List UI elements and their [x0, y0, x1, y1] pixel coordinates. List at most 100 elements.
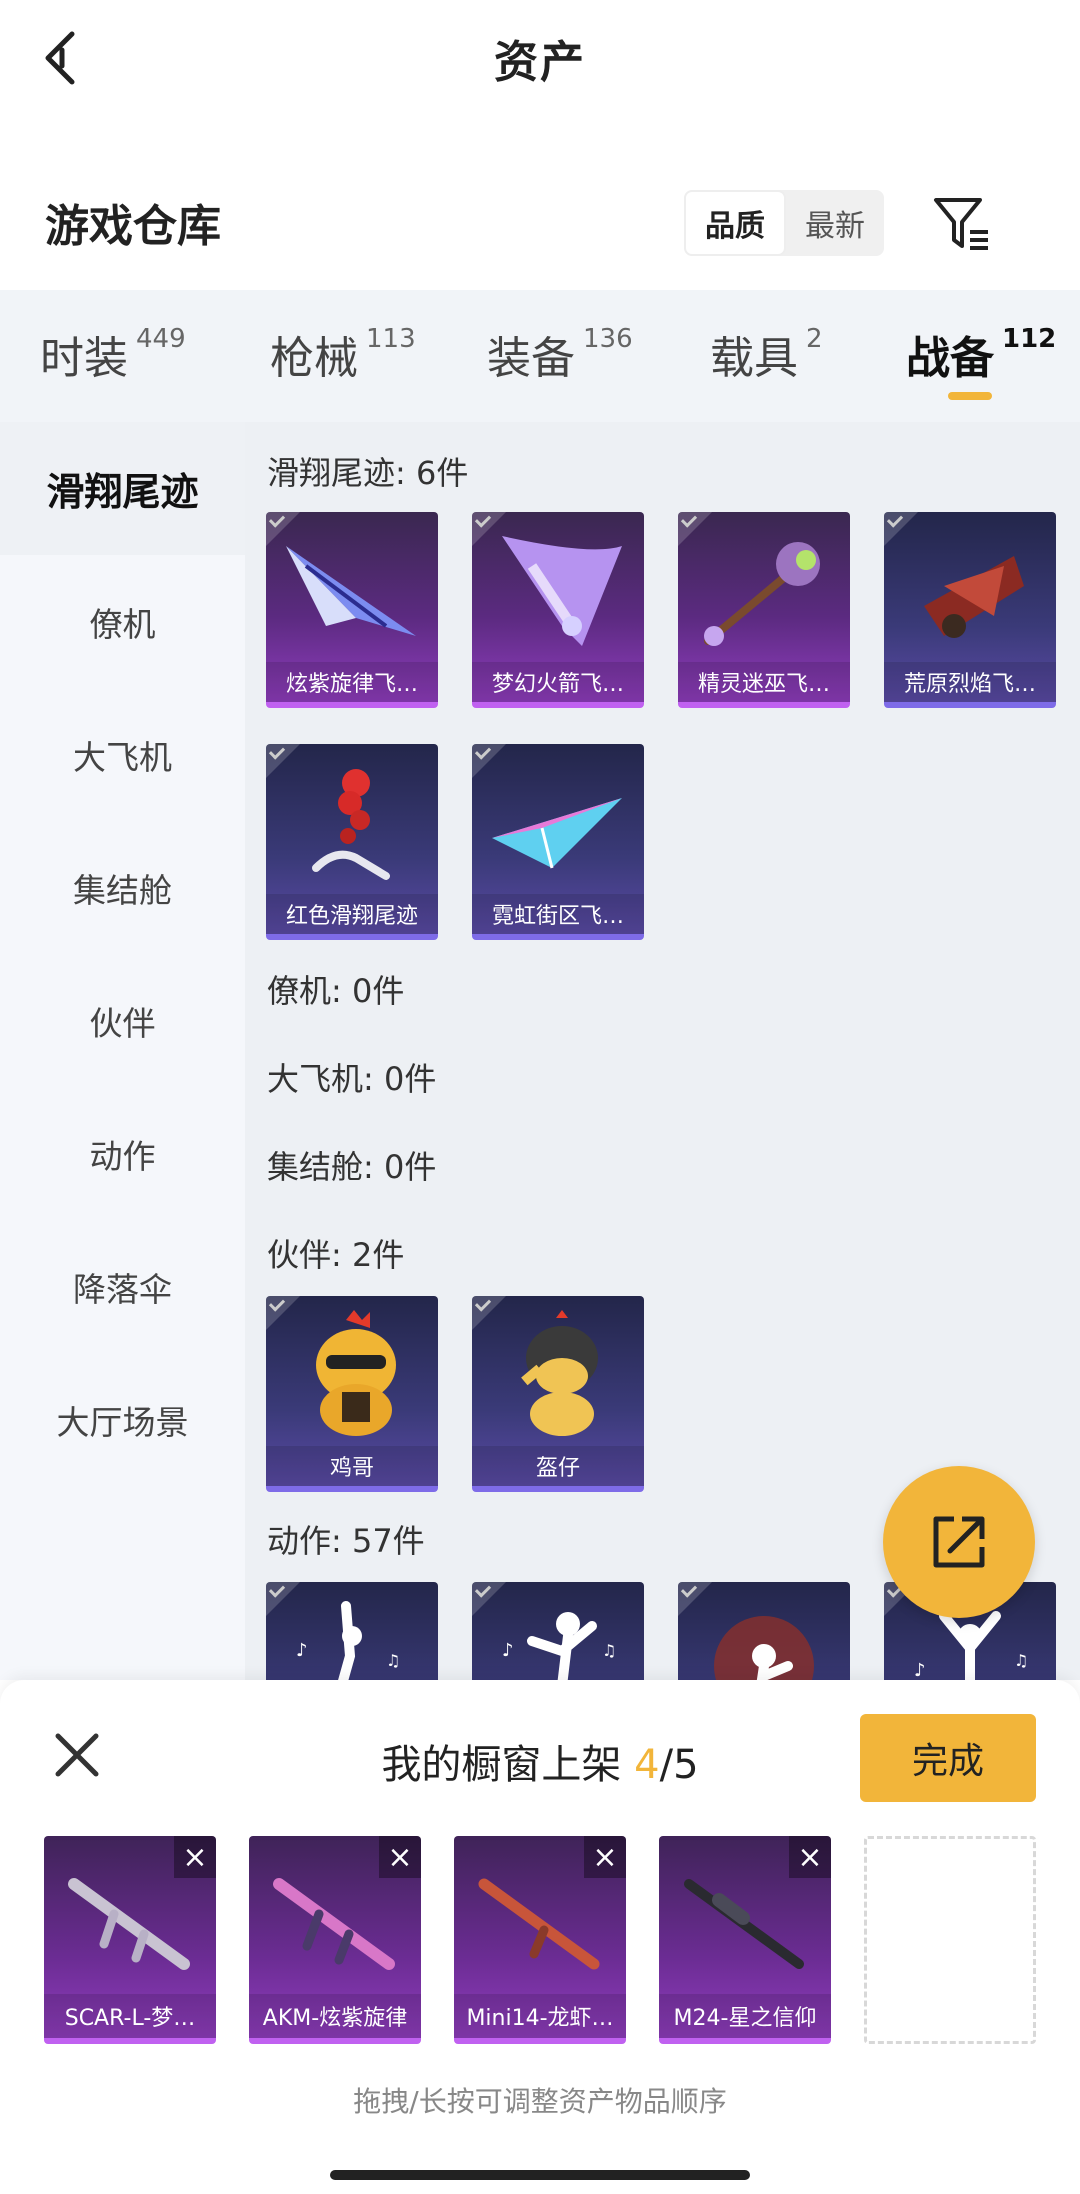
page-title: 资产	[494, 36, 586, 88]
flame-glider-icon	[924, 556, 1024, 638]
remove-icon[interactable]: ×	[789, 1836, 831, 1878]
svg-text:♪: ♪	[502, 1640, 514, 1661]
tab-guns[interactable]: 枪械 113	[270, 322, 416, 386]
showcase-current-count: 4	[634, 1742, 660, 1788]
fire-emote-icon	[714, 1616, 814, 1680]
item-card[interactable]: 红色滑翔尾迹	[266, 744, 438, 940]
item-card[interactable]: ♪ ♫	[266, 1582, 438, 1680]
subcategory-sidebar: 滑翔尾迹 僚机 大飞机 集结舱 伙伴 动作 降落伞 大厅场景	[0, 422, 245, 1680]
filter-icon[interactable]	[930, 192, 994, 256]
showcase-item[interactable]: × AKM-炫紫旋律	[249, 1836, 421, 2044]
tab-count: 2	[806, 324, 823, 354]
dance-emote-icon: ♪ ♫	[296, 1601, 400, 1680]
item-card[interactable]: 鸡哥	[266, 1296, 438, 1492]
item-name: M24-星之信仰	[659, 1994, 831, 2038]
warehouse-title: 游戏仓库	[45, 201, 221, 252]
sort-latest-button[interactable]: 最新	[786, 190, 884, 256]
glider-wing-icon	[286, 546, 416, 636]
tab-label: 装备	[487, 333, 575, 384]
item-name: 红色滑翔尾迹	[266, 894, 438, 934]
sidebar-item-big-plane[interactable]: 大飞机	[0, 688, 245, 821]
category-tabs: 时装 449 枪械 113 装备 136 载具 2 战备 112	[0, 290, 1080, 422]
svg-text:♫: ♫	[1014, 1651, 1028, 1670]
section-title-pod: 集结舱: 0件	[267, 1148, 437, 1186]
section-title-wingman: 僚机: 0件	[267, 972, 405, 1010]
section-title-big-plane: 大飞机: 0件	[267, 1060, 437, 1098]
witch-broom-icon	[704, 542, 820, 646]
top-bar: 资产	[0, 0, 1080, 115]
item-name: AKM-炫紫旋律	[249, 1994, 421, 2038]
showcase-item[interactable]: × Mini14-龙虾…	[454, 1836, 626, 2044]
tab-label: 枪械	[270, 333, 358, 384]
share-button[interactable]	[883, 1466, 1035, 1618]
dance-emote-icon: ♪ ♫	[502, 1612, 616, 1680]
tab-gear[interactable]: 战备 112	[906, 322, 1056, 386]
sidebar-item-lobby-scene[interactable]: 大厅场景	[0, 1353, 245, 1486]
showcase-sheet: 我的橱窗上架 4/5 完成 × SCAR-L-梦… × AKM-炫紫旋律 × M…	[0, 1680, 1080, 2194]
done-button[interactable]: 完成	[860, 1714, 1036, 1802]
sidebar-item-pod[interactable]: 集结舱	[0, 821, 245, 954]
sidebar-item-parachute[interactable]: 降落伞	[0, 1220, 245, 1353]
chicken-partner-icon	[316, 1310, 396, 1436]
item-card[interactable]: 霓虹街区飞…	[472, 744, 644, 940]
svg-text:♪: ♪	[914, 1660, 926, 1680]
assets-page: 资产 游戏仓库 品质 最新 时装 449 枪械 113 装备 136 载具 2 …	[0, 0, 1080, 2194]
tab-count: 112	[1002, 324, 1057, 354]
item-card[interactable]: ♪ ♫	[472, 1582, 644, 1680]
tab-count: 113	[366, 324, 416, 354]
red-smoke-trail-icon	[312, 769, 390, 880]
item-card[interactable]: 精灵迷巫飞…	[678, 512, 850, 708]
sidebar-item-wingman[interactable]: 僚机	[0, 555, 245, 688]
neon-paper-plane-icon	[492, 798, 622, 869]
showcase-item[interactable]: × M24-星之信仰	[659, 1836, 831, 2044]
item-name: 盔仔	[472, 1446, 644, 1486]
sort-toggle: 品质 最新	[684, 190, 884, 256]
item-name: SCAR-L-梦…	[44, 1994, 216, 2038]
remove-icon[interactable]: ×	[379, 1836, 421, 1878]
item-card[interactable]: 荒原烈焰飞…	[884, 512, 1056, 708]
sidebar-item-emote[interactable]: 动作	[0, 1087, 245, 1220]
svg-text:♪: ♪	[296, 1640, 308, 1661]
remove-icon[interactable]: ×	[584, 1836, 626, 1878]
showcase-total-count: /5	[659, 1742, 699, 1788]
svg-text:♫: ♫	[602, 1641, 616, 1660]
item-name: 炫紫旋律飞…	[266, 662, 438, 702]
sidebar-item-partner[interactable]: 伙伴	[0, 954, 245, 1087]
item-card[interactable]: 盔仔	[472, 1296, 644, 1492]
remove-icon[interactable]: ×	[174, 1836, 216, 1878]
warehouse-row: 游戏仓库 品质 最新	[0, 170, 1080, 290]
back-arrow-icon[interactable]	[38, 28, 88, 88]
item-name: 霓虹街区飞…	[472, 894, 644, 934]
rocket-glider-icon	[502, 536, 622, 646]
share-icon	[933, 1516, 985, 1568]
item-name: 鸡哥	[266, 1446, 438, 1486]
showcase-title-text: 我的橱窗上架	[381, 1742, 635, 1788]
tab-vehicles[interactable]: 载具 2	[710, 322, 823, 386]
active-tab-indicator	[948, 392, 992, 400]
home-indicator	[330, 2170, 750, 2180]
tab-equipment[interactable]: 装备 136	[487, 322, 633, 386]
item-card[interactable]: 炫紫旋律飞…	[266, 512, 438, 708]
sidebar-item-glide-trail[interactable]: 滑翔尾迹	[0, 422, 245, 555]
item-name: 梦幻火箭飞…	[472, 662, 644, 702]
tab-fashion[interactable]: 时装 449	[40, 322, 186, 386]
sort-quality-button[interactable]: 品质	[684, 190, 786, 256]
item-name: Mini14-龙虾…	[454, 1994, 626, 2038]
tab-count: 449	[136, 324, 186, 354]
empty-showcase-slot[interactable]	[864, 1836, 1036, 2044]
item-name: 荒原烈焰飞…	[884, 662, 1056, 702]
svg-text:♫: ♫	[386, 1651, 400, 1670]
tab-label: 载具	[710, 333, 798, 384]
item-card[interactable]	[678, 1582, 850, 1680]
tab-label: 时装	[40, 333, 128, 384]
tab-count: 136	[583, 324, 633, 354]
section-title-glide: 滑翔尾迹: 6件	[267, 454, 469, 492]
section-title-emote: 动作: 57件	[267, 1522, 425, 1560]
item-name: 精灵迷巫飞…	[678, 662, 850, 702]
tab-label: 战备	[906, 333, 994, 384]
showcase-item[interactable]: × SCAR-L-梦…	[44, 1836, 216, 2044]
reorder-hint: 拖拽/长按可调整资产物品顺序	[353, 2085, 727, 2118]
section-title-partner: 伙伴: 2件	[267, 1236, 405, 1274]
helmet-chick-partner-icon	[521, 1310, 598, 1436]
item-card[interactable]: 梦幻火箭飞…	[472, 512, 644, 708]
